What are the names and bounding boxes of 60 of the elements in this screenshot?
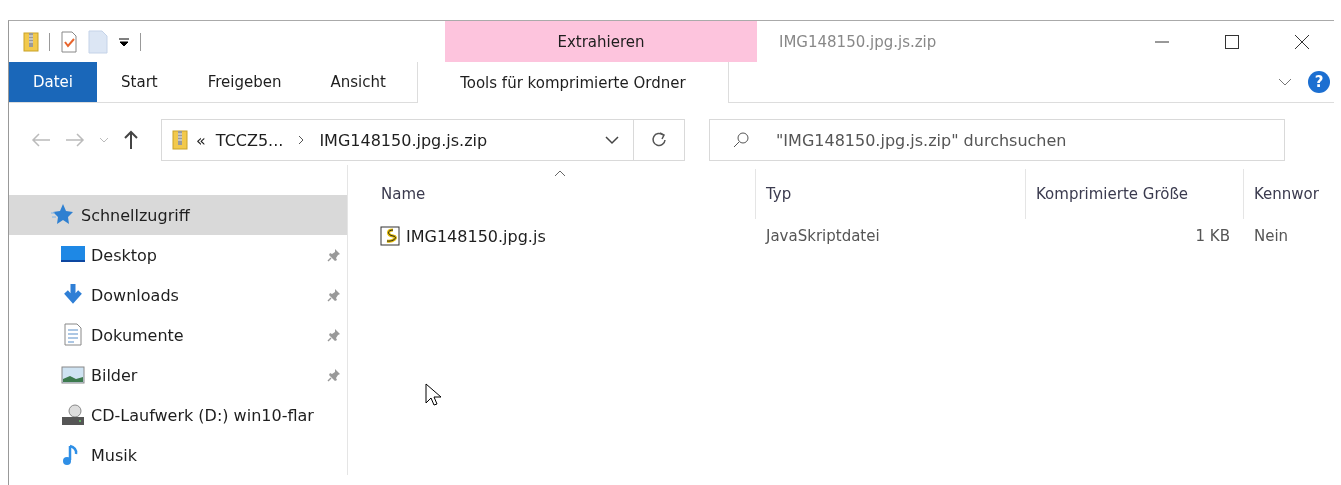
- ribbon-tab[interactable]: Freigeben: [181, 62, 308, 102]
- window-title: IMG148150.jpg.js.zip: [779, 32, 937, 51]
- sort-ascending-icon: [554, 170, 566, 177]
- dropdown-icon[interactable]: [118, 35, 130, 48]
- sidebar-item[interactable]: Dokumente: [9, 315, 347, 355]
- sidebar-item-label: CD-Laufwerk (D:) win10-flar: [91, 405, 315, 425]
- context-tab-group-header: Extrahieren: [445, 21, 757, 62]
- chevron-down-icon[interactable]: [605, 135, 619, 145]
- breadcrumb-item[interactable]: IMG148150.jpg.js.zip: [319, 130, 488, 150]
- mouse-pointer-icon: [425, 383, 441, 407]
- sidebar-item[interactable]: CD-Laufwerk (D:) win10-flar: [9, 395, 347, 435]
- table-cell-text: 1 KB: [1194, 227, 1231, 245]
- help-button[interactable]: ?: [1308, 71, 1330, 93]
- sidebar-item-label: Schnellzugriff: [81, 205, 191, 225]
- up-arrow-icon[interactable]: [123, 130, 139, 150]
- search-field[interactable]: "IMG148150.jpg.js.zip" durchsuchen: [709, 119, 1285, 161]
- pin-icon[interactable]: [327, 328, 341, 342]
- ribbon-tab[interactable]: Start: [97, 62, 182, 102]
- column-header[interactable]: Name: [378, 169, 756, 219]
- sidebar-item[interactable]: Schnellzugriff: [9, 195, 347, 235]
- column-header[interactable]: Typ: [756, 169, 1026, 219]
- close-icon[interactable]: [1294, 33, 1310, 50]
- disc-drive-icon: [61, 403, 85, 427]
- ribbon-tab[interactable]: Ansicht: [307, 62, 409, 102]
- refresh-icon: [651, 132, 667, 148]
- pin-icon[interactable]: [327, 288, 341, 302]
- search-icon: [733, 132, 749, 148]
- sidebar-item-label: Dokumente: [91, 325, 185, 345]
- sidebar-item-label: Downloads: [91, 285, 180, 305]
- table-cell-text: Nein: [1253, 227, 1290, 245]
- star-icon: [51, 203, 75, 227]
- sidebar-item[interactable]: Musik: [9, 435, 347, 475]
- maximize-icon[interactable]: [1224, 33, 1240, 50]
- sidebar-item[interactable]: Desktop: [9, 235, 347, 275]
- ribbon-tab[interactable]: Tools für komprimierte Ordner: [416, 62, 729, 103]
- breadcrumb-item[interactable]: TCCZ5...: [215, 130, 284, 150]
- sidebar-item-label: Desktop: [91, 245, 158, 265]
- sidebar-item-label: Bilder: [91, 365, 139, 385]
- overflow-chevron[interactable]: «: [196, 130, 206, 150]
- column-header[interactable]: Komprimierte Größe: [1026, 169, 1244, 219]
- sidebar-item[interactable]: Downloads: [9, 275, 347, 315]
- landscape-picture-icon: [61, 363, 85, 387]
- sidebar-item-label: Musik: [91, 445, 138, 465]
- script-file-icon: [380, 226, 400, 246]
- zip-folder-icon[interactable]: [23, 30, 39, 53]
- breadcrumb-separator-icon: [297, 134, 306, 146]
- ribbon-tab[interactable]: Datei: [9, 62, 98, 102]
- pin-icon[interactable]: [327, 368, 341, 382]
- sidebar-item[interactable]: Bilder: [9, 355, 347, 395]
- column-header[interactable]: Kennwor: [1244, 169, 1334, 219]
- table-cell-text: JavaSkriptdatei: [764, 227, 881, 245]
- document-icon: [61, 323, 85, 347]
- chevron-down-icon[interactable]: [1278, 77, 1292, 87]
- checklist-icon[interactable]: [60, 30, 78, 53]
- address-bar[interactable]: « TCCZ5... IMG148150.jpg.js.zip: [161, 119, 685, 161]
- forward-arrow-icon[interactable]: [65, 132, 85, 148]
- file-name[interactable]: IMG148150.jpg.js: [406, 226, 546, 246]
- pin-icon[interactable]: [327, 248, 341, 262]
- back-arrow-icon[interactable]: [31, 132, 51, 148]
- zip-folder-icon: [172, 129, 188, 151]
